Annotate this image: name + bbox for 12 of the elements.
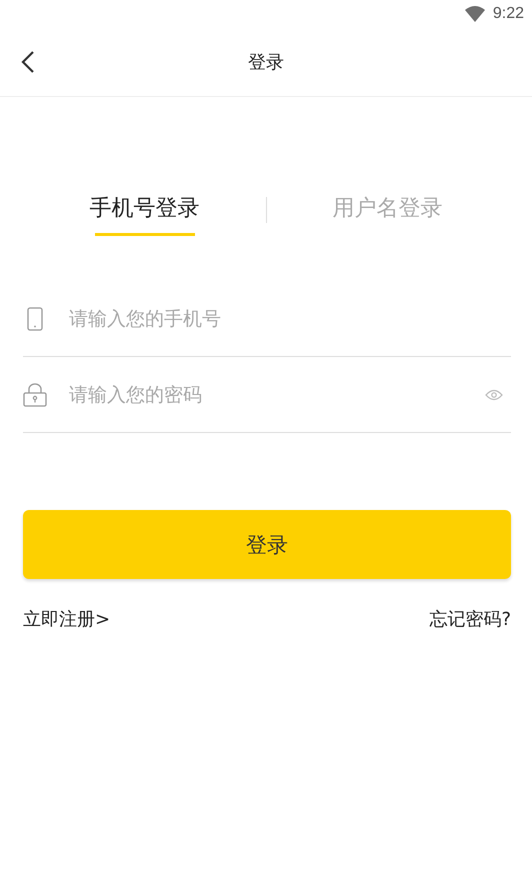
login-button[interactable]: 登录 bbox=[23, 510, 511, 579]
login-tab[interactable]: 手机号登录 bbox=[90, 189, 200, 227]
back-icon[interactable] bbox=[21, 51, 35, 73]
phone-field[interactable]: 请输入您的手机号 bbox=[69, 308, 511, 330]
status-time: 9:22 bbox=[492, 5, 524, 23]
lock-icon bbox=[23, 382, 47, 406]
forgot-password-link[interactable]: 忘记密码? bbox=[429, 607, 511, 631]
phone-icon bbox=[27, 306, 43, 330]
register-link[interactable]: 立即注册> bbox=[23, 607, 110, 631]
wifi-icon bbox=[464, 6, 485, 22]
page-title: 登录 bbox=[248, 51, 284, 74]
password-field[interactable]: 请输入您的密码 bbox=[69, 384, 485, 406]
